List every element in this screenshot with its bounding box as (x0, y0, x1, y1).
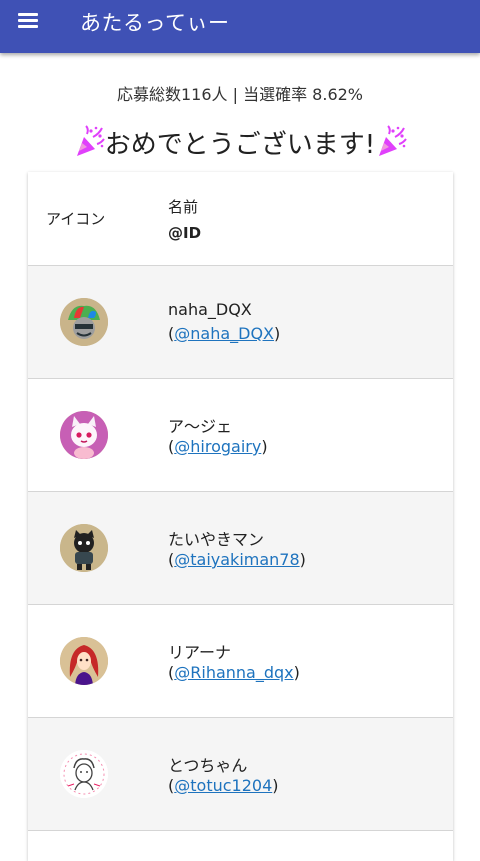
winner-id: (@naha_DQX) (168, 324, 281, 343)
table-row: とつちゃん (@totuc1204) (28, 718, 453, 831)
menu-icon[interactable] (12, 8, 44, 36)
table-row: ア～ジェ (@hirogairy) (28, 379, 453, 492)
winner-id-link[interactable]: @Rihanna_dqx (174, 663, 293, 682)
winner-name: ア～ジェ (168, 417, 233, 436)
winner-name: たいやきマン (168, 530, 265, 549)
winner-id: (@Rihanna_dqx) (168, 663, 300, 682)
winner-id: (@hirogairy) (168, 437, 268, 456)
winner-name: naha_DQX (168, 300, 252, 319)
winner-id: (@taiyakiman78) (168, 550, 306, 569)
entry-stats: 応募総数116人 | 当選確率 8.62% (116, 85, 364, 104)
winner-id-link[interactable]: @hirogairy (174, 437, 261, 456)
avatar-dark-character-icon (60, 524, 108, 572)
party-popper-icon (375, 125, 408, 159)
table-row (28, 831, 453, 861)
winner-name: とつちゃん (168, 756, 248, 775)
winner-id-link[interactable]: @totuc1204 (174, 776, 272, 795)
avatar-red-hair-icon (60, 637, 108, 685)
app-title: あたるってぃー (80, 11, 230, 35)
winners-table: アイコン 名前 @ID naha_DQX (@naha_DQX) ア～ジェ (@… (28, 172, 453, 861)
header-name-label: 名前 (168, 198, 199, 216)
table-header: アイコン 名前 @ID (28, 172, 453, 266)
header-id-label: @ID (168, 224, 202, 242)
table-row: naha_DQX (@naha_DQX) (28, 266, 453, 379)
winner-id-link[interactable]: @taiyakiman78 (174, 550, 299, 569)
avatar-pink-cat-icon (60, 411, 108, 459)
winner-id-link[interactable]: @naha_DQX (174, 324, 274, 343)
app-bar: あたるってぃー (0, 0, 480, 53)
congrats-heading: おめでとうございます! (0, 124, 480, 161)
table-row: たいやきマン (@taiyakiman78) (28, 492, 453, 605)
table-row: リアーナ (@Rihanna_dqx) (28, 605, 453, 718)
party-popper-icon (73, 125, 105, 159)
avatar-jester-icon (60, 298, 108, 346)
winner-name: リアーナ (168, 643, 232, 662)
header-icon-label: アイコン (46, 210, 106, 228)
winner-id: (@totuc1204) (168, 776, 279, 795)
avatar-sketch-icon (60, 750, 108, 798)
congrats-text: おめでとうございます! (104, 130, 376, 160)
